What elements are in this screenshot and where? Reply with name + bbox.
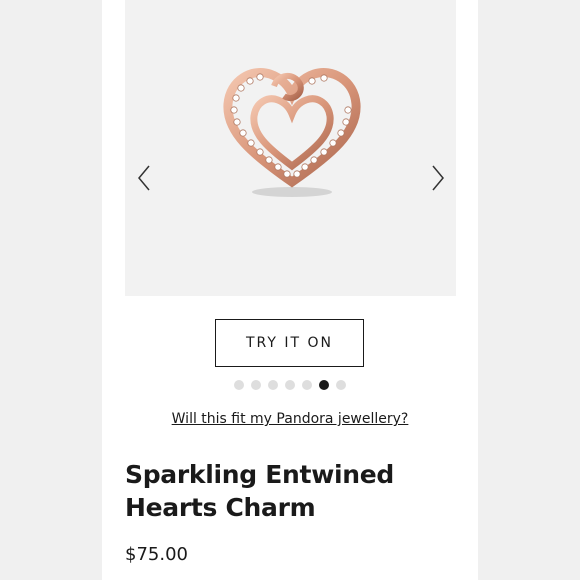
try-it-on-button[interactable]: TRY IT ON	[215, 319, 364, 367]
gallery-dot[interactable]	[302, 380, 312, 390]
product-price: $75.00	[125, 544, 188, 565]
gallery-dot[interactable]	[336, 380, 346, 390]
gallery-prev-button[interactable]	[129, 158, 159, 198]
gallery-next-button[interactable]	[423, 158, 453, 198]
gallery-pagination	[234, 379, 346, 391]
gallery-dot[interactable]	[234, 380, 244, 390]
chevron-left-icon	[138, 165, 150, 191]
gallery-dot[interactable]	[268, 380, 278, 390]
gallery-dot-active[interactable]	[319, 380, 329, 390]
product-title-line1: Sparkling Entwined	[125, 460, 395, 489]
product-title-line2: Hearts Charm	[125, 493, 316, 522]
gallery-dot[interactable]	[251, 380, 261, 390]
product-title: Sparkling Entwined Hearts Charm	[125, 458, 465, 524]
product-image	[223, 68, 361, 197]
compatibility-link[interactable]: Will this fit my Pandora jewellery?	[0, 411, 580, 427]
gallery-dot[interactable]	[285, 380, 295, 390]
chevron-right-icon	[432, 165, 444, 191]
